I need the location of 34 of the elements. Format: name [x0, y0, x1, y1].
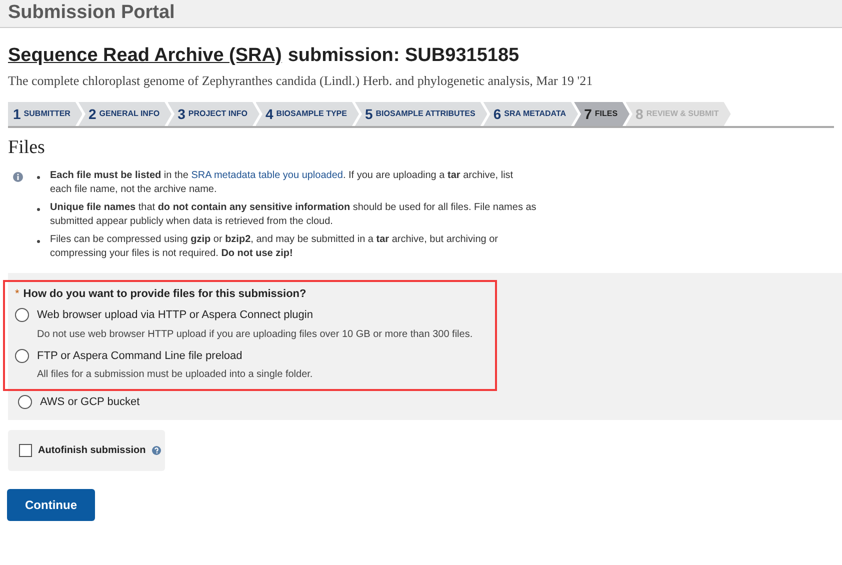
wizard-step[interactable]: 3 PROJECT INFO — [168, 102, 260, 126]
submission-subtitle: The complete chloroplast genome of Zephyranthes candida (Lindl.) Herb. and phylogenetic analysis, Mar 19 '21 — [8, 72, 594, 90]
section-title: Files — [8, 136, 46, 160]
option-label: Web browser upload via HTTP or Aspera Connect plugin — [37, 308, 314, 323]
wizard-step[interactable]: 5 BIOSAMPLE ATTRIBUTES — [354, 102, 488, 126]
radio-button[interactable] — [18, 395, 32, 409]
wizard-step[interactable]: 4 BIOSAMPLE TYPE — [256, 102, 359, 126]
submission-title: submission: SUB9315185 — [288, 44, 520, 68]
required-mark: * — [15, 286, 20, 302]
wizard-step[interactable]: 7 FILES — [574, 102, 630, 126]
bullet-icon — [37, 208, 40, 210]
note-text: Files can be compressed using gzip or bzip2, and may be submitted in a tar archive, but archiving or compressing your files is not required. Do not use zip! — [50, 232, 500, 260]
checkbox-label: Autofinish submission — [38, 444, 146, 458]
bullet-icon — [37, 176, 40, 178]
option-label: FTP or Aspera Command Line file preload — [37, 348, 244, 364]
note-text: Unique file names that do not contain any sensitive information should be used for all files. File names as submitted appear publicly when data is retrieved from the cloud. — [50, 200, 537, 228]
bullet-icon — [37, 240, 40, 242]
checkbox[interactable] — [19, 444, 32, 456]
radio-button[interactable] — [15, 308, 29, 322]
radio-button[interactable] — [15, 348, 29, 362]
metadata-link[interactable]: SRA metadata table you uploaded — [188, 170, 343, 180]
help-icon[interactable] — [152, 446, 161, 454]
sra-link[interactable]: Sequence Read Archive (SRA) — [8, 42, 282, 70]
wizard-step[interactable]: 2 GENERAL INFO — [78, 102, 172, 126]
info-icon — [13, 172, 23, 182]
wizard-step[interactable]: 6 SRA METADATA — [483, 102, 578, 126]
option-description: Do not use web browser HTTP upload if you are uploading files over 10 GB or more than 300 files. — [37, 328, 473, 342]
note-text: Each file must be listed in the SRA metadata table you uploaded. If you are uploading a tar archive, list each file name, not the archive name. — [50, 168, 514, 196]
portal-title: Submission Portal — [8, 1, 175, 26]
option-label: AWS or GCP bucket — [40, 395, 140, 410]
question-label: How do you want to provide files for this submission? — [23, 286, 306, 302]
continue-button[interactable]: Continue — [7, 488, 95, 520]
wizard-step[interactable]: 1 SUBMITTER — [8, 102, 82, 126]
option-description: All files for a submission must be uploaded into a single folder. — [37, 368, 313, 382]
